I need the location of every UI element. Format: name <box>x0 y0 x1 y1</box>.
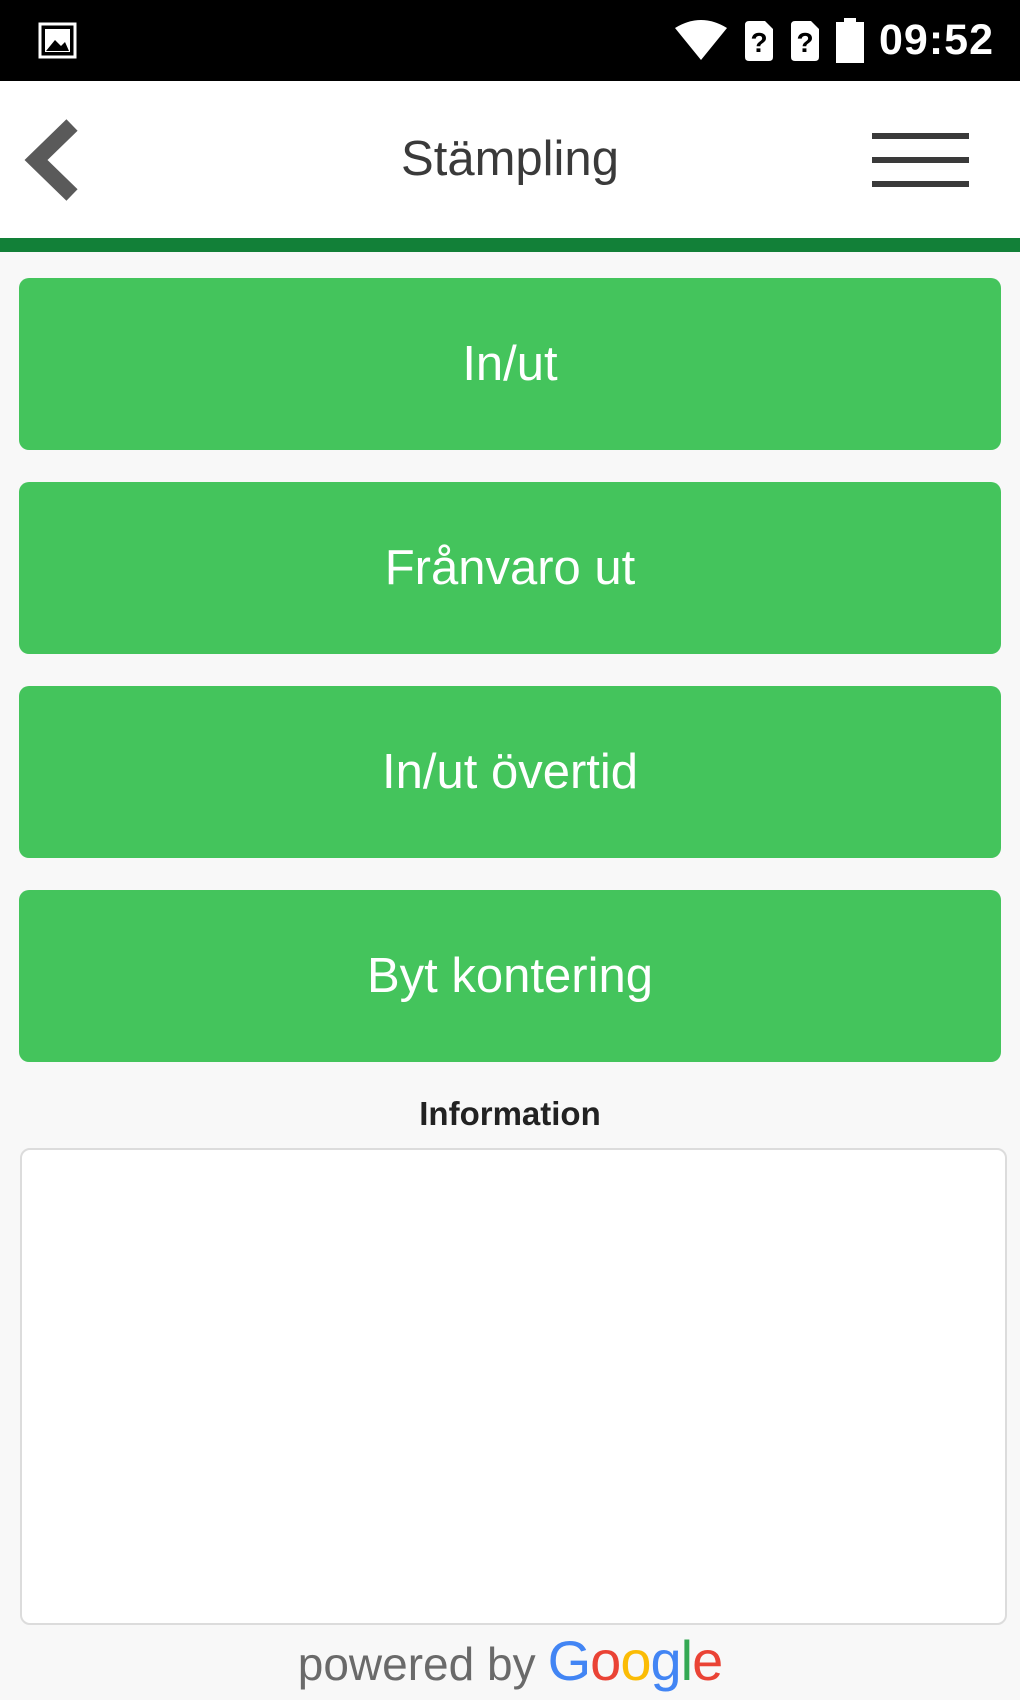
app-header: Stämpling <box>0 81 1020 238</box>
in-out-button[interactable]: In/ut <box>19 278 1001 450</box>
action-list: In/ut Frånvaro ut In/ut övertid Byt kont… <box>19 278 1001 1094</box>
menu-button[interactable] <box>872 131 972 191</box>
hamburger-menu-icon <box>872 133 969 187</box>
svg-text:?: ? <box>750 27 767 58</box>
wifi-icon <box>675 19 728 60</box>
status-icons: ? ? 09:52 <box>659 0 994 81</box>
absence-out-button[interactable]: Frånvaro ut <box>19 482 1001 654</box>
no-sim-icon: ? <box>791 20 820 61</box>
battery-icon <box>836 17 865 63</box>
status-bar: ? ? 09:52 <box>0 0 1020 81</box>
header-accent-bar <box>0 238 1020 252</box>
powered-by-text: powered by <box>297 1638 536 1690</box>
powered-by-google: powered by Google <box>0 1628 1020 1693</box>
information-label: Information <box>419 1095 601 1132</box>
change-account-button[interactable]: Byt kontering <box>19 890 1001 1062</box>
no-sim-icon: ? <box>745 20 774 61</box>
clock: 09:52 <box>879 16 994 64</box>
overtime-in-out-button[interactable]: In/ut övertid <box>19 686 1001 858</box>
svg-text:?: ? <box>796 27 813 58</box>
information-box <box>20 1148 1007 1625</box>
google-logo: Google <box>547 1629 724 1692</box>
page-title: Stämpling <box>401 132 619 186</box>
image-notification-icon <box>38 22 77 59</box>
